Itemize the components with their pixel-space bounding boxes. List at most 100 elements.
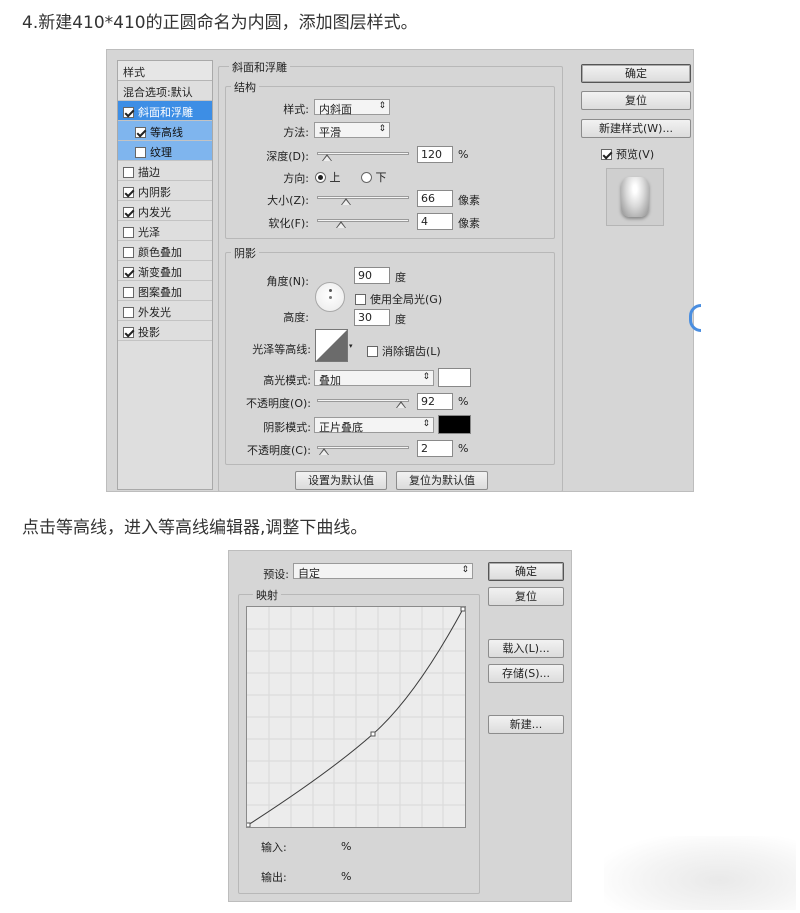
depth-slider-thumb[interactable] (322, 154, 332, 161)
make-default-button[interactable]: 设置为默认值 (295, 471, 387, 490)
style-item[interactable]: 纹理 (118, 141, 212, 161)
angle-dial[interactable] (315, 282, 345, 312)
highlight-opacity-slider-thumb[interactable] (396, 401, 407, 408)
blend-options-item[interactable]: 混合选项:默认 (118, 81, 212, 101)
checkbox-checked-icon[interactable] (123, 187, 134, 198)
preview-checkbox[interactable]: 预览(V) (601, 146, 654, 162)
contour-save-button[interactable]: 存储(S)... (488, 664, 564, 683)
direction-up-radio[interactable]: 上 (315, 169, 341, 185)
shadow-opacity-slider-thumb[interactable] (318, 448, 329, 455)
style-item[interactable]: 内阴影 (118, 181, 212, 201)
style-item-label: 光泽 (138, 226, 160, 239)
highlight-mode-label: 高光模式: (263, 374, 311, 387)
checkbox-checked-icon[interactable] (123, 107, 134, 118)
technique-value: 平滑 (319, 126, 341, 139)
input-label: 输入: (261, 841, 287, 854)
shadow-opacity-slider[interactable] (317, 446, 409, 449)
contour-graph[interactable] (245, 606, 466, 828)
soften-input[interactable]: 4 (417, 213, 453, 230)
angle-unit: 度 (395, 271, 406, 284)
curve-point-mid (370, 731, 376, 737)
technique-dropdown[interactable]: 平滑 ⇕ (314, 122, 390, 139)
preset-label: 预设: (263, 568, 289, 581)
highlight-mode-dropdown[interactable]: 叠加 ⇕ (314, 370, 434, 387)
angle-label: 角度(N): (266, 275, 309, 288)
gloss-contour-thumbnail[interactable] (315, 329, 348, 362)
soften-unit: 像素 (458, 217, 480, 230)
new-style-button[interactable]: 新建样式(W)... (581, 119, 691, 138)
highlight-opacity-label: 不透明度(O): (246, 397, 311, 410)
dropdown-arrow-icon: ⇕ (422, 419, 430, 429)
highlight-color-swatch[interactable] (438, 368, 471, 387)
angle-dial-center-icon (329, 296, 332, 299)
global-light-checkbox[interactable]: 使用全局光(G) (355, 291, 442, 307)
contour-picker-arrow-icon[interactable]: ▾ (349, 342, 353, 350)
reset-default-button[interactable]: 复位为默认值 (396, 471, 488, 490)
highlight-opacity-unit: % (458, 395, 469, 408)
checkbox-unchecked-icon[interactable] (123, 167, 134, 178)
global-light-label: 使用全局光(G) (370, 293, 443, 306)
contour-ok-button[interactable]: 确定 (488, 562, 564, 581)
shadow-opacity-input[interactable]: 2 (417, 440, 453, 457)
contour-curve-svg[interactable] (245, 606, 466, 828)
checkbox-unchecked-icon[interactable] (123, 227, 134, 238)
checkbox-unchecked-icon[interactable] (123, 287, 134, 298)
preset-dropdown[interactable]: 自定 ⇕ (293, 563, 473, 580)
style-item-label: 斜面和浮雕 (138, 106, 193, 119)
style-item-label: 内发光 (138, 206, 171, 219)
contour-new-button[interactable]: 新建... (488, 715, 564, 734)
structure-title: 结构 (231, 79, 259, 95)
depth-label: 深度(D): (266, 150, 309, 163)
style-item-label: 内阴影 (138, 186, 171, 199)
checkbox-checked-icon[interactable] (123, 327, 134, 338)
contour-load-button[interactable]: 载入(L)... (488, 639, 564, 658)
antialias-checkbox[interactable]: 消除锯齿(L) (367, 343, 441, 359)
style-item[interactable]: 颜色叠加 (118, 241, 212, 261)
checkbox-checked-icon[interactable] (123, 267, 134, 278)
direction-down-radio[interactable]: 下 (361, 169, 387, 185)
mapping-title: 映射 (253, 587, 281, 603)
altitude-input[interactable]: 30 (354, 309, 390, 326)
highlight-opacity-input[interactable]: 92 (417, 393, 453, 410)
style-item-label: 外发光 (138, 306, 171, 319)
checkbox-unchecked-icon[interactable] (123, 307, 134, 318)
reset-button[interactable]: 复位 (581, 91, 691, 110)
style-item[interactable]: 内发光 (118, 201, 212, 221)
shadow-color-swatch[interactable] (438, 415, 471, 434)
contour-reset-button[interactable]: 复位 (488, 587, 564, 606)
preview-shape (621, 177, 649, 217)
shadow-mode-dropdown[interactable]: 正片叠底 ⇕ (314, 417, 434, 434)
style-item[interactable]: 外发光 (118, 301, 212, 321)
size-label: 大小(Z): (267, 194, 309, 207)
style-item[interactable]: 渐变叠加 (118, 261, 212, 281)
checkbox-unchecked-icon[interactable] (135, 147, 146, 158)
soften-slider-thumb[interactable] (336, 221, 346, 228)
shadow-opacity-unit: % (458, 442, 469, 455)
altitude-unit: 度 (395, 313, 406, 326)
direction-label: 方向: (283, 172, 309, 185)
checkbox-unchecked-icon (355, 294, 366, 305)
direction-up-label: 上 (329, 171, 341, 184)
style-dropdown[interactable]: 内斜面 ⇕ (314, 99, 390, 116)
size-input[interactable]: 66 (417, 190, 453, 207)
blend-options-label: 混合选项:默认 (123, 86, 193, 99)
preview-label: 预览(V) (616, 148, 655, 161)
soften-slider[interactable] (317, 219, 409, 222)
style-item[interactable]: 图案叠加 (118, 281, 212, 301)
size-slider-thumb[interactable] (341, 198, 351, 205)
style-item[interactable]: 等高线 (118, 121, 212, 141)
style-value: 内斜面 (319, 103, 352, 116)
style-item[interactable]: 斜面和浮雕 (118, 101, 212, 121)
depth-input[interactable]: 120 (417, 146, 453, 163)
style-item[interactable]: 投影 (118, 321, 212, 341)
checkbox-checked-icon[interactable] (123, 207, 134, 218)
ok-button[interactable]: 确定 (581, 64, 691, 83)
style-item[interactable]: 描边 (118, 161, 212, 181)
size-slider[interactable] (317, 196, 409, 199)
style-item[interactable]: 光泽 (118, 221, 212, 241)
shadow-mode-value: 正片叠底 (319, 421, 363, 434)
angle-input[interactable]: 90 (354, 267, 390, 284)
checkbox-checked-icon[interactable] (135, 127, 146, 138)
contour-editor-dialog: 预设: 自定 ⇕ 映射 输入: % 输出: % 确定 复位 载入(L)... 存储… (228, 550, 572, 902)
checkbox-unchecked-icon[interactable] (123, 247, 134, 258)
